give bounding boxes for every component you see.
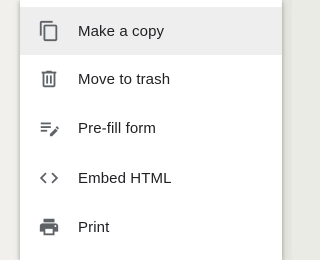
menu-top-edge: [20, 0, 282, 6]
menu-item-label: Print: [78, 218, 110, 236]
page-background-left: [0, 0, 20, 260]
trash-icon: [38, 68, 60, 90]
print-icon: [38, 216, 60, 238]
copy-icon: [38, 20, 60, 42]
menu-item-embed-html[interactable]: Embed HTML: [20, 154, 282, 202]
menu-item-label: Embed HTML: [78, 169, 172, 187]
menu-item-print[interactable]: Print: [20, 203, 282, 251]
menu-item-pre-fill-form[interactable]: Pre-fill form: [20, 104, 282, 152]
menu-item-make-a-copy[interactable]: Make a copy: [20, 7, 282, 55]
menu-item-label: Make a copy: [78, 22, 165, 40]
menu-item-move-to-trash[interactable]: Move to trash: [20, 55, 282, 103]
more-options-menu: Make a copy Move to trash Pre-fill form: [20, 0, 282, 260]
prefill-edit-icon: [38, 117, 60, 139]
code-brackets-icon: [38, 167, 60, 189]
menu-item-label: Move to trash: [78, 70, 171, 88]
page-background-right: [282, 0, 292, 260]
menu-item-label: Pre-fill form: [78, 119, 156, 137]
